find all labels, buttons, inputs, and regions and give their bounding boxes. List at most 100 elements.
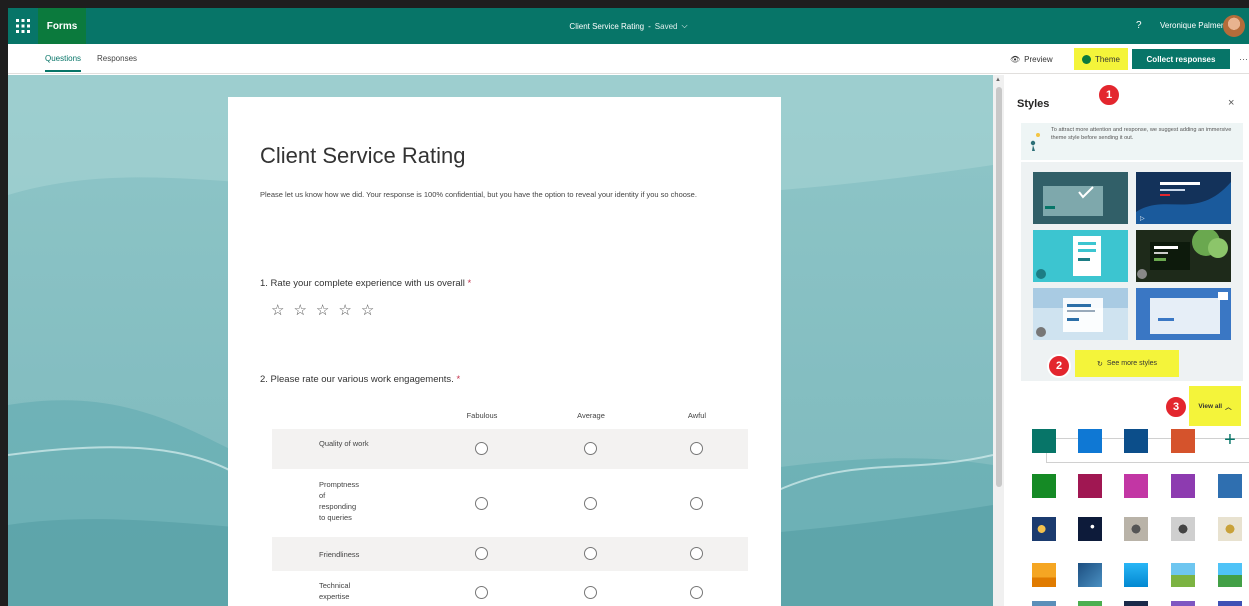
scroll-thumb[interactable] [996,87,1002,487]
star-icon[interactable]: ☆ [316,303,329,318]
add-theme-icon[interactable]: + [1218,429,1242,453]
theme-image-swatch[interactable] [1171,517,1195,541]
save-status: Saved [654,21,678,31]
likert-row: Promptness of responding to queries [272,471,748,535]
chevron-up-icon: ︿ [1225,404,1232,411]
user-name[interactable]: Veronique Palmer [1160,8,1224,44]
theme-image-swatch[interactable] [1078,517,1102,541]
see-more-styles-label: See more styles [1106,360,1158,367]
likert-column-header: Fabulous [466,411,498,420]
radio-button[interactable] [584,497,597,510]
form-title[interactable]: Client Service Rating [260,143,465,169]
radio-button[interactable] [584,547,597,560]
theme-thumbnail[interactable] [1136,230,1231,282]
color-swatch-blue[interactable] [1078,429,1102,453]
theme-button[interactable]: Theme [1074,48,1128,70]
theme-thumbnail[interactable] [1033,172,1128,224]
styles-panel-title: Styles [1017,98,1050,110]
view-all-button[interactable]: View all ︿ [1189,386,1241,426]
radio-button[interactable] [475,547,488,560]
radio-button[interactable] [690,497,703,510]
star-icon[interactable]: ☆ [271,303,284,318]
question-2-title: 2. Please rate our various work engageme… [260,374,460,385]
likert-row: Quality of work [272,429,748,469]
see-more-styles-highlight[interactable]: ↻ See more styles [1075,350,1179,377]
star-icon[interactable]: ☆ [338,303,351,318]
radio-button[interactable] [475,497,488,510]
theme-thumbnail[interactable] [1136,288,1231,340]
radio-button[interactable] [475,442,488,455]
theme-image-swatch[interactable] [1171,563,1195,587]
tab-questions[interactable]: Questions [45,44,82,74]
refresh-icon: ↻ [1096,360,1103,368]
theme-image-swatch[interactable] [1124,601,1148,606]
color-swatch-teal[interactable] [1032,429,1056,453]
theme-label: Theme [1095,54,1120,64]
theme-image-swatch[interactable] [1124,517,1148,541]
radio-button[interactable] [690,442,703,455]
preview-button[interactable]: 👁 Preview [1010,44,1053,74]
radio-button[interactable] [690,586,703,599]
theme-image-swatch[interactable] [1032,517,1056,541]
likert-row-label: Quality of work [319,439,369,448]
avatar[interactable] [1223,15,1245,37]
likert-row-label: Promptness of responding to queries [319,480,360,522]
star-icon[interactable]: ☆ [293,303,306,318]
callout-badge-1: 1 [1097,83,1121,107]
styles-tip: To attract more attention and response, … [1021,123,1243,160]
theme-thumbnail[interactable] [1033,288,1128,340]
theme-image-swatch[interactable] [1218,601,1242,606]
required-marker: * [456,374,461,385]
collect-responses-button[interactable]: Collect responses [1132,49,1230,69]
color-swatch-maroon[interactable] [1078,474,1102,498]
color-swatch-purple[interactable] [1171,474,1195,498]
close-icon[interactable]: × [1228,97,1234,109]
theme-image-swatch[interactable] [1078,601,1102,606]
document-title[interactable]: Client Service Rating - Saved ⌵ [8,8,1249,44]
theme-image-swatch[interactable] [1032,601,1056,606]
color-swatch-steel-blue[interactable] [1218,474,1242,498]
svg-text:▷: ▷ [1140,215,1145,222]
app-header: Forms Client Service Rating - Saved ⌵ ? … [8,8,1249,44]
likert-row: Technical expertise [272,573,748,606]
form-description[interactable]: Please let us know how we did. Your resp… [260,189,760,201]
theme-image-swatch[interactable] [1171,601,1195,606]
command-bar: Questions Responses 👁 Preview Theme Coll… [8,44,1249,74]
color-swatch-green[interactable] [1032,474,1056,498]
radio-button[interactable] [475,586,488,599]
theme-image-swatch[interactable] [1218,517,1242,541]
chevron-down-icon: ⌵ [681,21,688,30]
form-card: Client Service Rating Please let us know… [228,97,781,606]
theme-image-swatch[interactable] [1218,563,1242,587]
theme-thumbnail[interactable]: ▷ [1136,172,1231,224]
star-icon[interactable]: ☆ [361,303,374,318]
likert-column-header: Awful [687,411,707,420]
lightbulb-illustration-icon [1030,133,1040,151]
tab-responses[interactable]: Responses [97,44,137,74]
color-swatch-navy[interactable] [1124,429,1148,453]
screenshot-frame: Forms Client Service Rating - Saved ⌵ ? … [0,0,1249,606]
title-separator: - [648,21,651,31]
theme-thumbnail[interactable] [1033,230,1128,282]
radio-button[interactable] [584,442,597,455]
callout-badge-3: 3 [1164,395,1188,419]
radio-button[interactable] [584,586,597,599]
preview-label: Preview [1024,54,1053,64]
theme-image-swatch[interactable] [1078,563,1102,587]
color-swatch-magenta[interactable] [1124,474,1148,498]
eye-icon: 👁 [1010,54,1021,64]
question-1-title: 1. Rate your complete experience with us… [260,278,471,289]
likert-column-header: Average [577,411,605,420]
color-swatch-orange[interactable] [1171,429,1195,453]
scroll-up-icon[interactable]: ▲ [995,77,1001,83]
more-options-icon[interactable]: ··· [1239,44,1248,74]
view-all-label: View all [1198,402,1223,410]
theme-image-swatch[interactable] [1124,563,1148,587]
help-icon[interactable]: ? [1136,8,1142,44]
theme-image-swatch[interactable] [1032,563,1056,587]
likert-row-label: Technical expertise [319,581,351,601]
star-rating: ☆ ☆ ☆ ☆ ☆ [271,303,374,318]
canvas-scrollbar[interactable]: ▲ [993,75,1004,606]
likert-row: Friendliness [272,537,748,571]
radio-button[interactable] [690,547,703,560]
